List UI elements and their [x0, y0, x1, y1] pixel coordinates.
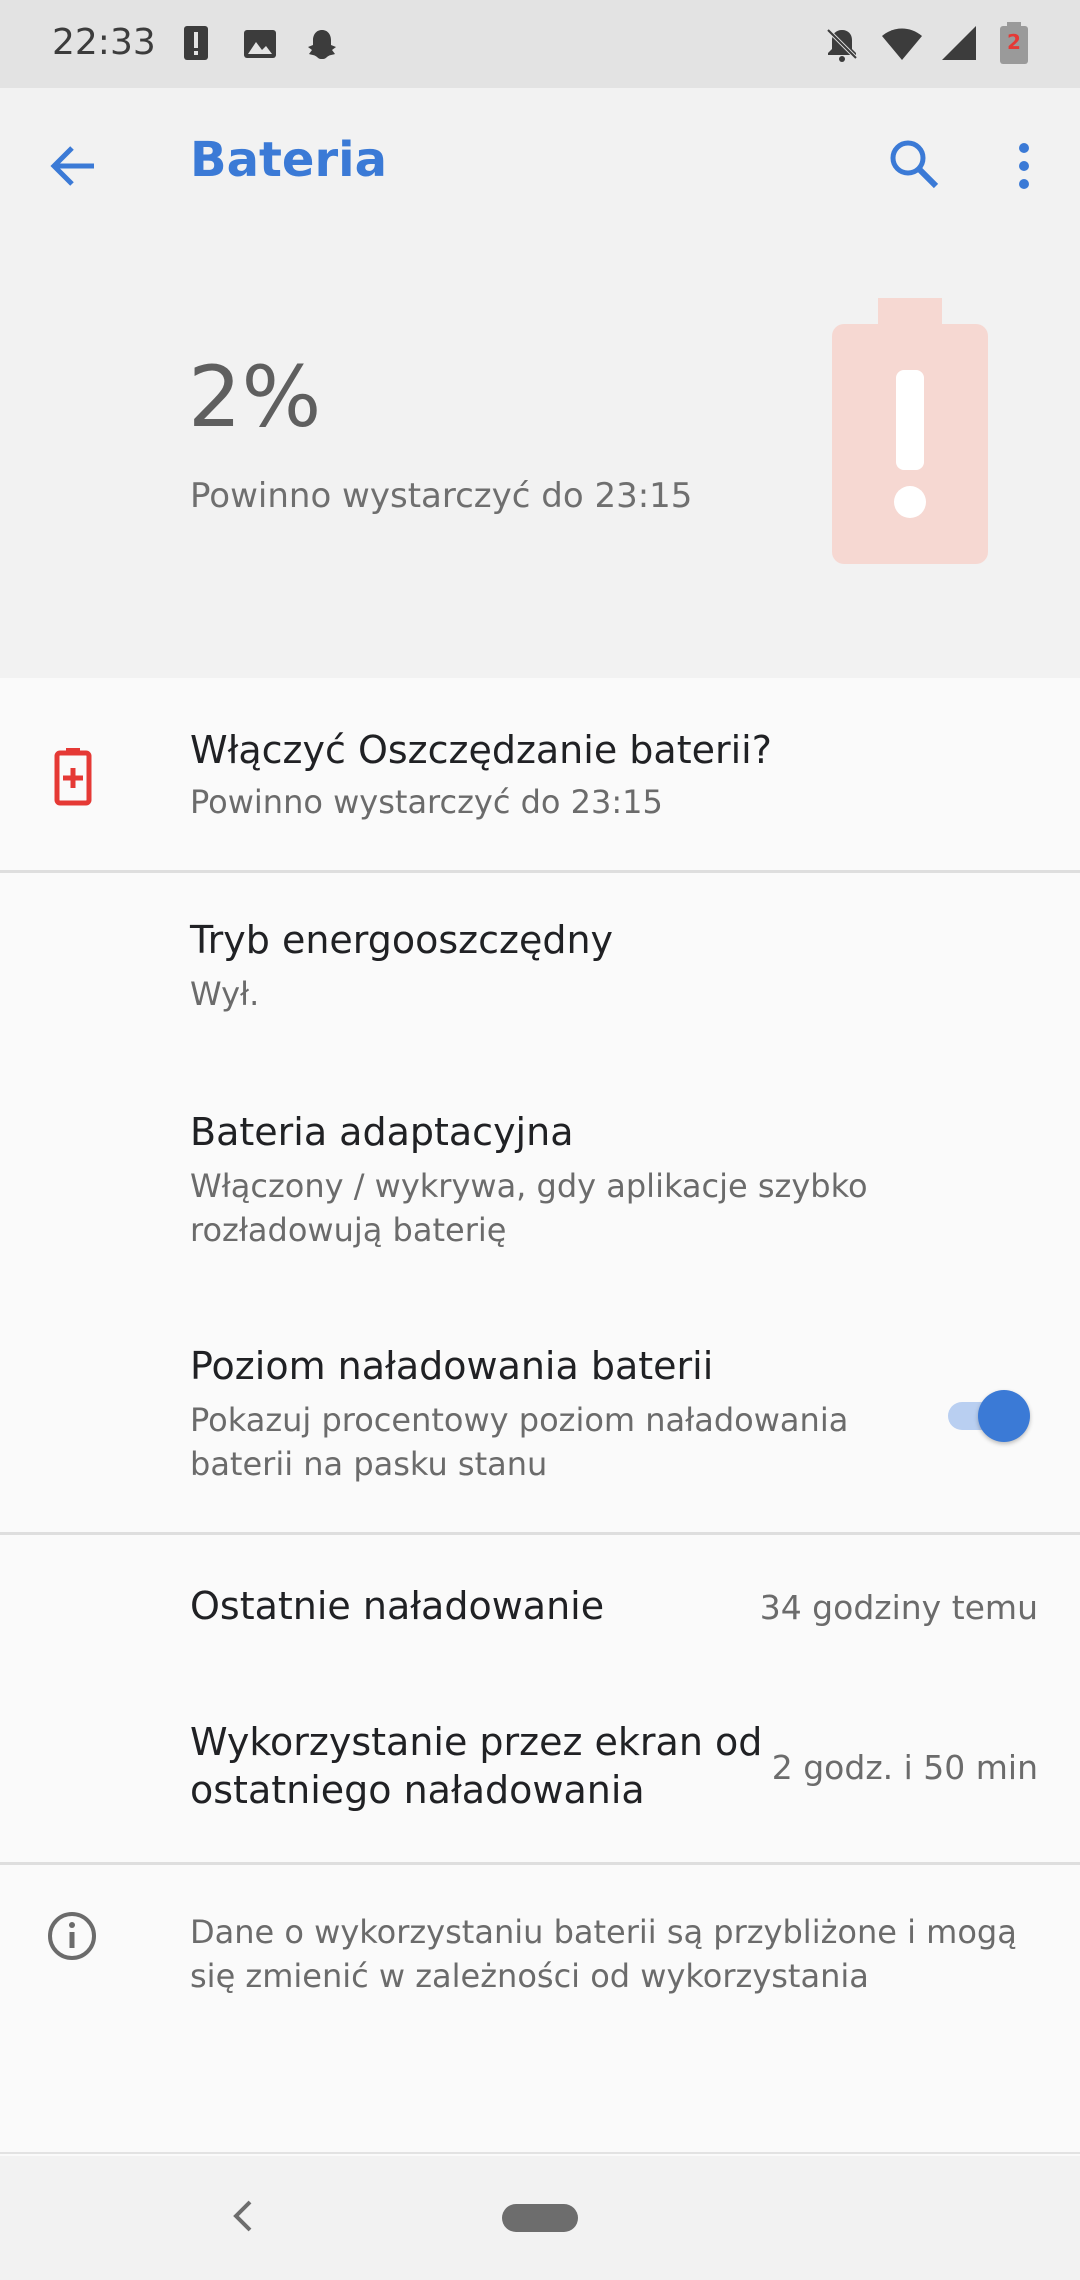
status-time: 22:33: [52, 22, 156, 63]
battery-info-footer: Dane o wykorzystaniu baterii są przybliż…: [0, 1866, 1080, 2156]
stat-last-charge: Ostatnie naładowanie 34 godziny temu: [0, 1536, 1080, 1676]
alert-icon: [184, 26, 208, 60]
battery-saver-subtitle: Powinno wystarczyć do 23:15: [190, 783, 663, 821]
setting-subtitle-line-2: rozładowują baterię: [190, 1211, 507, 1249]
more-vert-icon[interactable]: [1010, 138, 1038, 194]
battery-level: 2%: [188, 348, 322, 446]
stat-label: Ostatnie naładowanie: [190, 1584, 605, 1628]
battery-saver-title: Włączyć Oszczędzanie baterii?: [190, 728, 772, 772]
battery-estimate: Powinno wystarczyć do 23:15: [190, 476, 693, 516]
battery-settings-screen: 22:33 2 Bateria 2% Powinno wystarczyć do…: [0, 0, 1080, 2280]
notifications-off-icon: [826, 28, 858, 62]
setting-battery-percentage[interactable]: Poziom naładowania baterii Pokazuj proce…: [0, 1288, 1080, 1532]
setting-adaptive-battery[interactable]: Bateria adaptacyjna Włączony / wykrywa, …: [0, 1060, 1080, 1288]
setting-title: Bateria adaptacyjna: [190, 1110, 574, 1154]
status-bar: 22:33 2: [0, 0, 1080, 88]
battery-saver-prompt[interactable]: Włączyć Oszczędzanie baterii? Powinno wy…: [0, 678, 1080, 870]
stat-value: 2 godz. i 50 min: [771, 1748, 1038, 1787]
stat-label-line-1: Wykorzystanie przez ekran od: [190, 1720, 763, 1764]
battery-plus-icon: [54, 748, 92, 806]
footer-line-2: się zmienić w zależności od wykorzystani…: [190, 1957, 869, 1995]
battery-alert-icon: [832, 298, 988, 564]
setting-subtitle-line-1: Pokazuj procentowy poziom naładowania: [190, 1401, 849, 1439]
nav-back-icon[interactable]: [228, 2190, 260, 2242]
divider: [0, 1532, 1080, 1535]
divider: [0, 870, 1080, 873]
battery-percentage-toggle[interactable]: [944, 1390, 1030, 1442]
stat-value: 34 godziny temu: [759, 1588, 1038, 1627]
stat-screen-usage: Wykorzystanie przez ekran od ostatniego …: [0, 1676, 1080, 1862]
signal-icon: [942, 26, 976, 60]
image-icon: [244, 30, 276, 58]
stat-label-line-2: ostatniego naładowania: [190, 1768, 645, 1812]
setting-title: Poziom naładowania baterii: [190, 1344, 714, 1388]
back-arrow-icon[interactable]: [46, 138, 102, 194]
search-icon[interactable]: [886, 136, 942, 192]
setting-power-saving-mode[interactable]: Tryb energooszczędny Wył.: [0, 874, 1080, 1060]
navigation-bar: [0, 2156, 1080, 2280]
divider: [0, 2152, 1080, 2154]
setting-subtitle: Wył.: [190, 975, 260, 1013]
setting-subtitle-line-1: Włączony / wykrywa, gdy aplikacje szybko: [190, 1167, 868, 1205]
setting-title: Tryb energooszczędny: [190, 918, 614, 962]
page-title: Bateria: [190, 132, 387, 188]
snapchat-icon: [308, 30, 336, 59]
nav-home-pill[interactable]: [502, 2204, 578, 2232]
battery-summary: 2% Powinno wystarczyć do 23:15: [0, 240, 1080, 678]
battery-badge: 2: [1007, 30, 1021, 54]
toggle-thumb: [978, 1390, 1030, 1442]
setting-subtitle-line-2: baterii na pasku stanu: [190, 1445, 548, 1483]
wifi-icon: [882, 28, 922, 60]
footer-line-1: Dane o wykorzystaniu baterii są przybliż…: [190, 1913, 1017, 1951]
info-icon: [48, 1912, 96, 1960]
divider: [0, 1862, 1080, 1865]
toolbar: Bateria: [0, 88, 1080, 240]
